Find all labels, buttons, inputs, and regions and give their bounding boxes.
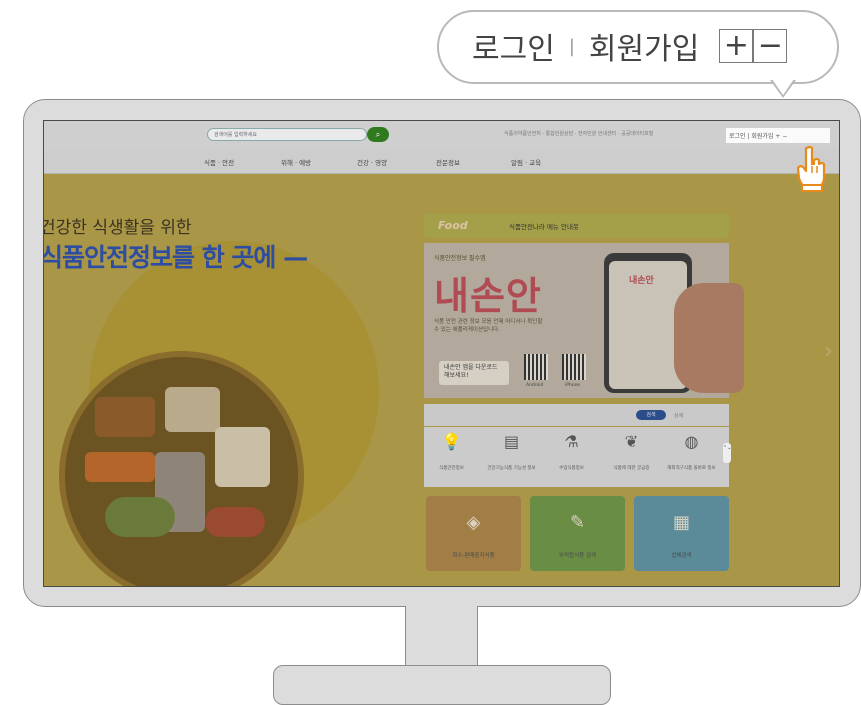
tile-company-search[interactable]: ▦ 업체검색 [634,496,729,571]
nav-item-expert-info[interactable]: 전문정보 [436,157,460,167]
top-utility-links[interactable]: 식품의약품안전처 · 통합민원상담 · 전자민원 안내센터 · 공공데이터포털 [504,130,653,137]
globe-icon: ◍ [684,432,699,451]
phone-app-title: 내손안 [629,276,654,286]
quick-menu-item[interactable]: ◍ 해외직구식품 올바로 정보 [664,432,719,473]
flask-icon: ⚗ [564,432,579,451]
nav-item-food-safety[interactable]: 식품 · 안전 [204,157,234,167]
nav-item-notice-education[interactable]: 알림 · 교육 [511,157,541,167]
monitor-screen: 검색어를 입력하세요 ⌕ 식품의약품안전처 · 통합민원상담 · 전자민원 안내… [43,120,840,587]
tile-recall-food[interactable]: ◈ 회수·판매중지식품 [426,496,521,571]
quick-menu-icons: 💡 식품안전정보 ▤ 건강기능식품 기능성 정보 ⚗ 수입식품정보 ❦ 식품에 … [424,427,729,487]
qr-label-android: Android [526,383,544,388]
quick-menu-item[interactable]: ❦ 식품에 대한 궁금증 [604,432,659,473]
callout-content: 로그인 | 회원가입 + − [472,24,788,68]
quick-menu-item[interactable]: ⚗ 수입식품정보 [544,432,599,473]
leaf-icon: ❦ [624,432,639,451]
detail-search-link[interactable]: 상세 [674,412,683,419]
qr-label-iphone: iPhone [565,383,581,388]
zoom-out-button[interactable]: − [753,29,788,63]
app-promo-title: 내손안 [434,274,542,318]
site-search-input[interactable]: 검색어를 입력하세요 [207,128,367,141]
app-promo-subtitle: 식품안전정보 필수앱 [434,255,486,262]
chevron-right-icon[interactable]: › [824,339,833,364]
login-link[interactable]: 로그인 [472,24,555,68]
document-icon: ▤ [503,432,520,451]
site-login-zoom-bar[interactable]: 로그인 | 회원가입 + − [726,128,830,143]
quick-search-row: 검색 상세 [424,404,729,426]
signup-link[interactable]: 회원가입 [589,24,699,68]
zoom-in-button[interactable]: + [719,29,754,63]
quick-search-button[interactable]: 검색 [636,410,666,420]
edit-icon: ✎ [569,512,586,533]
separator: | [568,35,575,57]
quick-menu-item[interactable]: 💡 식품안전정보 [424,432,479,473]
app-download-button[interactable]: 내손안 앱을 다운로드 해보세요! [439,361,509,385]
food-logo: Food [438,219,468,232]
tile-unsuitable-food[interactable]: ✎ 부적합식품 검색 [530,496,625,571]
app-promo-description: 식품 안전 관련 정보 모음 언제 어디서나 확인할 수 있는 애플리케이션입니… [434,319,543,333]
building-icon: ▦ [672,512,690,533]
lightbulb-icon: 💡 [441,432,462,451]
pointing-hand-icon [797,146,826,192]
quick-menu-item[interactable]: ▤ 건강기능식품 기능성 정보 [484,432,539,473]
qr-code-iphone [562,354,586,380]
hotpot-illustration [59,351,304,586]
monitor-neck [405,606,478,666]
hand-illustration [674,283,744,393]
app-promo-panel: 식품안전정보 필수앱 내손안 식품 안전 관련 정보 모음 언제 어디서나 확인… [424,243,744,398]
quick-menu-scroll-button[interactable]: ⌃⌄ [723,443,731,463]
shield-icon: ◈ [466,512,481,533]
nav-item-health-nutrition[interactable]: 건강 · 영양 [357,157,387,167]
hero-slogan-line1: 건강한 식생활을 위한 [43,218,192,238]
monitor-base [273,665,611,705]
site-top-bar [44,121,839,149]
search-icon[interactable]: ⌕ [367,127,389,142]
qr-code-android [524,354,548,380]
hero-slogan-line2: 식품안전정보를 한 곳에 — [43,243,308,272]
nav-item-hazard-prevention[interactable]: 위해 · 예방 [281,157,311,167]
menu-guide-banner[interactable]: Food 식품안전나라 메뉴 안내봇 [424,214,729,238]
banner-text: 식품안전나라 메뉴 안내봇 [509,223,579,231]
